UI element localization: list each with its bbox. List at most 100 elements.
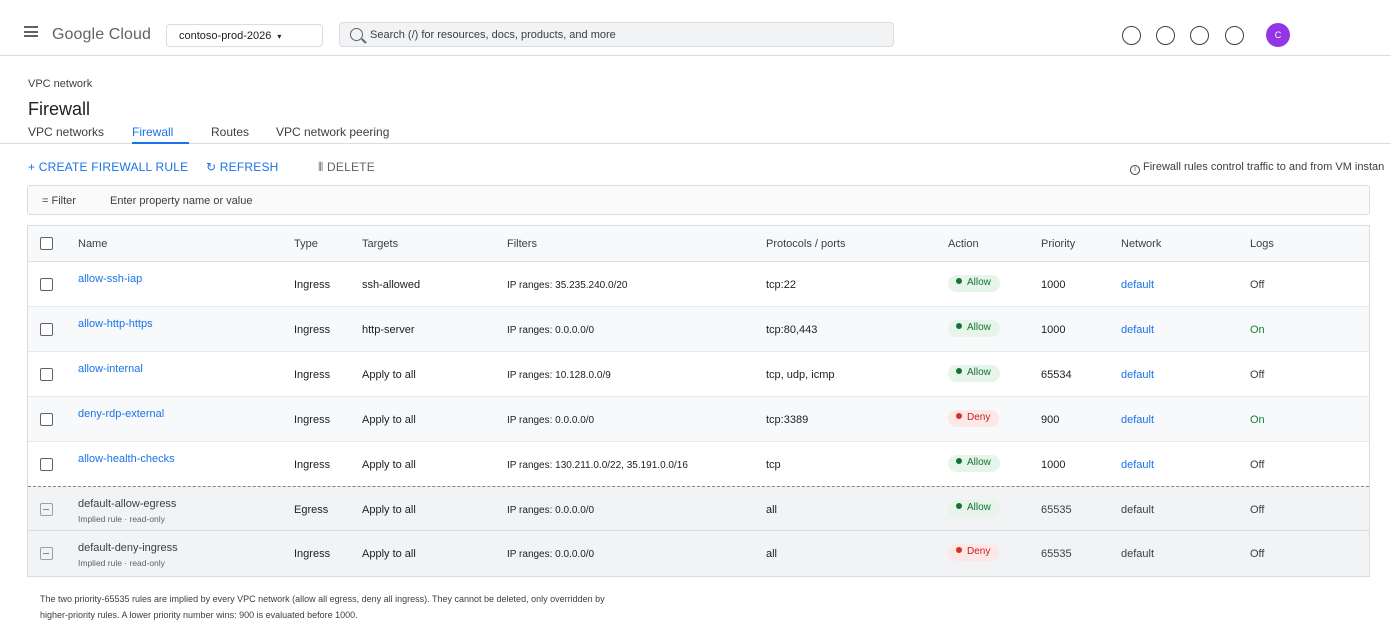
rule-logs: Off bbox=[1250, 548, 1265, 560]
row-checkbox[interactable] bbox=[40, 323, 53, 336]
action-badge-label: Allow bbox=[967, 502, 991, 513]
table-row[interactable]: allow-ssh-iap Ingress ssh-allowed IP ran… bbox=[28, 262, 1369, 307]
rule-type: Ingress bbox=[294, 414, 331, 426]
info-icon: i bbox=[1130, 165, 1140, 175]
rule-name-link[interactable]: allow-internal bbox=[78, 363, 143, 375]
breadcrumb[interactable]: VPC network bbox=[28, 78, 92, 90]
action-badge: Allow bbox=[948, 500, 1000, 517]
rule-protocols: tcp bbox=[766, 459, 781, 471]
status-dot-icon bbox=[956, 503, 962, 509]
network-link[interactable]: default bbox=[1121, 324, 1154, 336]
rule-name-link[interactable]: allow-http-https bbox=[78, 318, 153, 330]
rule-protocols: tcp, udp, icmp bbox=[766, 369, 835, 381]
google-cloud-logo[interactable]: Google Cloud bbox=[52, 26, 151, 44]
rule-name-link[interactable]: deny-rdp-external bbox=[78, 408, 164, 420]
column-header-targets[interactable]: Targets bbox=[362, 238, 398, 250]
rule-name: default-deny-ingress bbox=[78, 542, 178, 554]
rule-filters: IP ranges: 0.0.0.0/0 bbox=[507, 325, 595, 336]
table-row[interactable]: allow-http-https Ingress http-server IP … bbox=[28, 307, 1369, 352]
status-dot-icon bbox=[956, 413, 962, 419]
rule-type: Ingress bbox=[294, 548, 331, 560]
rule-priority: 65535 bbox=[1041, 548, 1072, 560]
network-link[interactable]: default bbox=[1121, 369, 1154, 381]
rule-protocols: all bbox=[766, 504, 778, 516]
row-checkbox-disabled bbox=[40, 547, 53, 560]
tab-firewall[interactable]: Firewall bbox=[132, 125, 189, 144]
rule-targets: Apply to all bbox=[362, 548, 416, 560]
avatar[interactable]: C bbox=[1266, 23, 1290, 47]
action-badge: Allow bbox=[948, 275, 1000, 292]
search-input[interactable] bbox=[370, 26, 885, 43]
rule-filters: IP ranges: 35.235.240.0/20 bbox=[507, 280, 628, 291]
action-badge-label: Allow bbox=[967, 457, 991, 468]
action-badge: Allow bbox=[948, 320, 1000, 337]
action-badge: Allow bbox=[948, 455, 1000, 472]
tab-vpc-network-peering[interactable]: VPC network peering bbox=[276, 125, 389, 144]
rule-priority: 1000 bbox=[1041, 459, 1066, 471]
notifications-icon[interactable] bbox=[1156, 26, 1175, 45]
network-link[interactable]: default bbox=[1121, 279, 1154, 291]
create-firewall-rule-button[interactable]: + CREATE FIREWALL RULE bbox=[28, 160, 188, 174]
status-dot-icon bbox=[956, 278, 962, 284]
rule-protocols: tcp:3389 bbox=[766, 414, 809, 426]
chevron-down-icon: ▾ bbox=[277, 32, 282, 41]
implied-rule-note: Implied rule · read-only bbox=[78, 558, 165, 568]
column-header-protocols[interactable]: Protocols / ports bbox=[766, 238, 845, 250]
filter-input[interactable] bbox=[110, 193, 710, 209]
project-selector[interactable]: contoso-prod-2026 ▾ bbox=[166, 24, 323, 47]
rule-name-link[interactable]: allow-health-checks bbox=[78, 453, 175, 465]
tab-routes[interactable]: Routes bbox=[211, 125, 249, 144]
network-link[interactable]: default bbox=[1121, 459, 1154, 471]
row-checkbox[interactable] bbox=[40, 458, 53, 471]
column-header-logs[interactable]: Logs bbox=[1250, 238, 1274, 250]
select-all-checkbox[interactable] bbox=[40, 237, 53, 250]
refresh-button[interactable]: ↻ REFRESH bbox=[206, 160, 279, 174]
table-row-implied: default-allow-egress Implied rule · read… bbox=[28, 486, 1369, 531]
footnote: The two priority-65535 rules are implied… bbox=[40, 591, 720, 623]
action-badge: Deny bbox=[948, 544, 1000, 561]
rule-priority: 65534 bbox=[1041, 369, 1072, 381]
rule-targets: Apply to all bbox=[362, 369, 416, 381]
cloud-shell-icon[interactable] bbox=[1122, 26, 1141, 45]
info-message-text: Firewall rules control traffic to and fr… bbox=[1143, 161, 1385, 173]
table-row[interactable]: deny-rdp-external Ingress Apply to all I… bbox=[28, 397, 1369, 442]
column-header-name[interactable]: Name bbox=[78, 238, 107, 250]
column-header-type[interactable]: Type bbox=[294, 238, 318, 250]
rule-targets: ssh-allowed bbox=[362, 279, 421, 291]
search-icon bbox=[350, 28, 363, 41]
rule-type: Ingress bbox=[294, 324, 331, 336]
help-icon[interactable] bbox=[1190, 26, 1209, 45]
row-checkbox[interactable] bbox=[40, 413, 53, 426]
page-title: Firewall bbox=[28, 99, 91, 119]
column-header-priority[interactable]: Priority bbox=[1041, 238, 1075, 250]
filter-bar[interactable]: = Filter bbox=[27, 185, 1370, 215]
row-checkbox-disabled bbox=[40, 503, 53, 516]
column-header-network[interactable]: Network bbox=[1121, 238, 1161, 250]
rule-type: Ingress bbox=[294, 459, 331, 471]
rule-filters: IP ranges: 0.0.0.0/0 bbox=[507, 415, 595, 426]
rule-filters: IP ranges: 130.211.0.0/22, 35.191.0.0/16 bbox=[507, 460, 688, 471]
table-row[interactable]: allow-internal Ingress Apply to all IP r… bbox=[28, 352, 1369, 397]
rule-name-link[interactable]: allow-ssh-iap bbox=[78, 273, 142, 285]
status-dot-icon bbox=[956, 368, 962, 374]
rule-filters: IP ranges: 0.0.0.0/0 bbox=[507, 549, 595, 560]
table-row-implied: default-deny-ingress Implied rule · read… bbox=[28, 531, 1369, 576]
column-header-filters[interactable]: Filters bbox=[507, 238, 537, 250]
network-link[interactable]: default bbox=[1121, 414, 1154, 426]
row-checkbox[interactable] bbox=[40, 368, 53, 381]
hamburger-menu-icon[interactable] bbox=[24, 26, 38, 37]
rule-protocols: tcp:80,443 bbox=[766, 324, 818, 336]
table-row[interactable]: allow-health-checks Ingress Apply to all… bbox=[28, 442, 1369, 487]
search-bar[interactable] bbox=[339, 22, 894, 47]
rule-logs: Off bbox=[1250, 279, 1265, 291]
tab-vpc-networks[interactable]: VPC networks bbox=[28, 125, 104, 144]
rule-priority: 65535 bbox=[1041, 504, 1072, 516]
rule-logs: Off bbox=[1250, 369, 1265, 381]
rule-network: default bbox=[1121, 548, 1155, 560]
row-checkbox[interactable] bbox=[40, 278, 53, 291]
more-options-icon[interactable] bbox=[1225, 26, 1244, 45]
rule-filters: IP ranges: 10.128.0.0/9 bbox=[507, 370, 611, 381]
delete-button[interactable]: ⦀ DELETE bbox=[318, 160, 375, 175]
column-header-action[interactable]: Action bbox=[948, 238, 979, 250]
rule-targets: Apply to all bbox=[362, 459, 416, 471]
